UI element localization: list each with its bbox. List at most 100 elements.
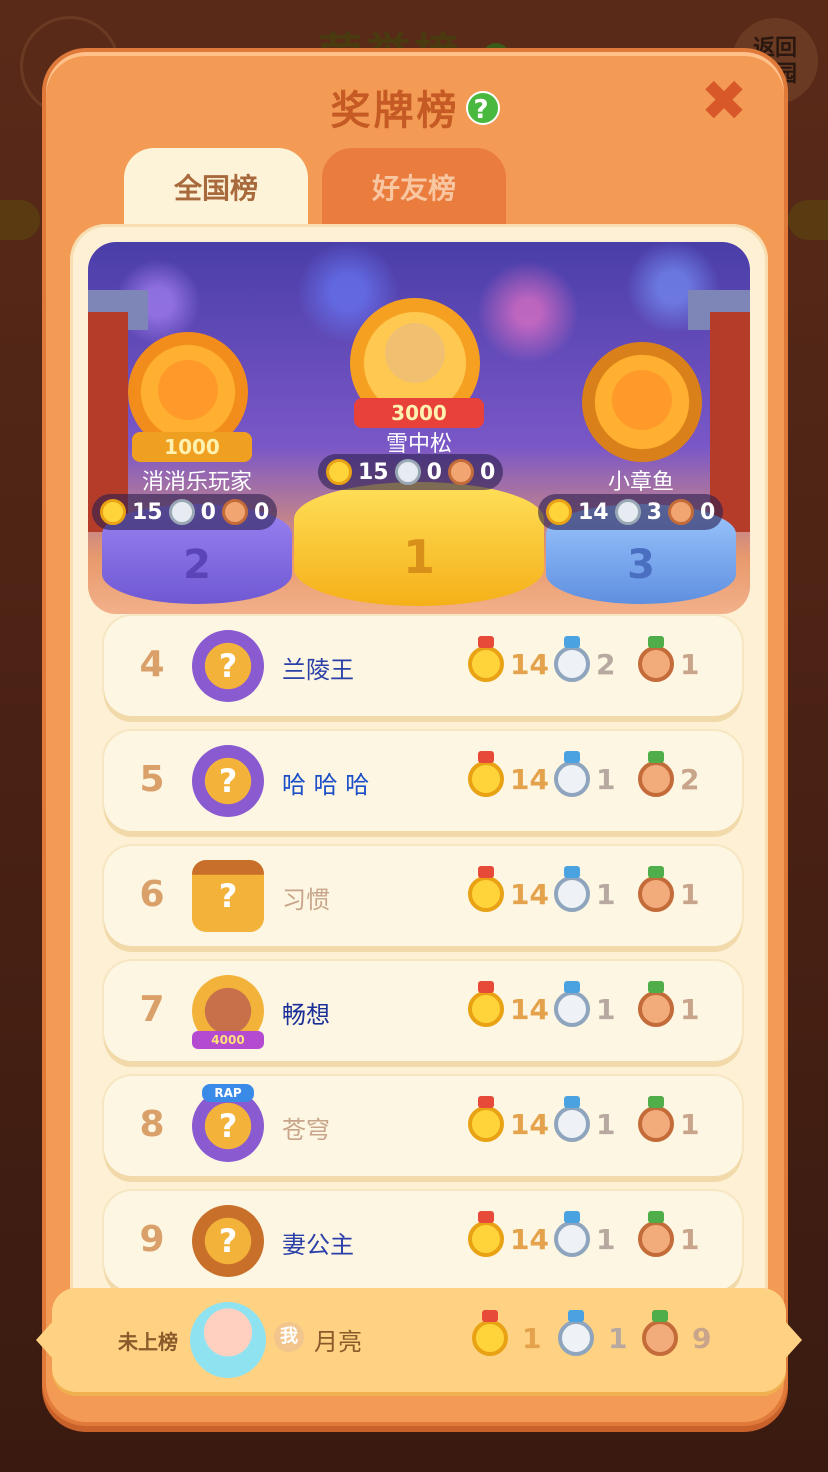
tab-national[interactable]: 全国榜	[124, 148, 308, 230]
close-button[interactable]: ✖	[700, 74, 748, 130]
silver-count: 1	[596, 877, 616, 911]
rank-row-7[interactable]: 7 4000 畅想 14 1 1	[104, 961, 742, 1061]
bronze-count: 0	[699, 499, 716, 525]
rank-number: 8	[139, 1104, 165, 1145]
my-name: 月亮	[314, 1328, 362, 1356]
background-decoration	[0, 200, 40, 240]
gold-count: 14	[510, 877, 549, 911]
my-rank-bar[interactable]: 未上榜 我 月亮 1 1 9	[36, 1288, 802, 1392]
bronze-medal-count: 1	[638, 1096, 700, 1142]
bronze-medal-count: 2	[638, 751, 700, 797]
silver-count: 2	[596, 647, 616, 681]
bronze-medal-icon	[638, 636, 674, 682]
modal-title-text: 奖牌榜	[330, 88, 460, 134]
player-avatar[interactable]: ?	[192, 630, 264, 702]
medal-leaderboard-modal: 奖牌榜? ✖ 全国榜 好友榜 2 1 3 1000 3000 消消乐玩家 雪中松…	[36, 48, 802, 1426]
rank-row-4[interactable]: 4 ? 兰陵王 14 2 1	[104, 616, 742, 716]
rank-number: 6	[139, 874, 165, 915]
gold-count: 14	[510, 992, 549, 1026]
rank-row-8[interactable]: 8 ? RAP 苍穹 14 1 1	[104, 1076, 742, 1176]
bronze-count: 1	[680, 647, 700, 681]
bronze-count: 1	[680, 1107, 700, 1141]
gold-medal-icon	[326, 459, 352, 485]
silver-medal-icon	[554, 751, 590, 797]
silver-medal-count: 2	[554, 636, 616, 682]
avatar-placeholder-icon: ?	[218, 647, 238, 685]
silver-medal-count: 1	[558, 1310, 628, 1356]
silver-medal-icon	[558, 1310, 594, 1356]
gold-medal-icon	[472, 1310, 508, 1356]
avatar-face	[158, 360, 218, 420]
my-avatar[interactable]	[190, 1302, 266, 1378]
bronze-medal-icon	[642, 1310, 678, 1356]
gold-medal-count: 1	[472, 1310, 542, 1356]
player-avatar[interactable]: ?	[192, 745, 264, 817]
bronze-medal-icon	[638, 981, 674, 1027]
player-avatar[interactable]: ?	[192, 860, 264, 932]
silver-medal-icon	[168, 499, 195, 525]
silver-medal-count: 1	[554, 1096, 616, 1142]
gold-count: 15	[358, 459, 389, 485]
silver-count: 1	[596, 992, 616, 1026]
gold-count: 14	[510, 762, 549, 796]
player-name: 兰陵王	[282, 656, 354, 684]
bronze-medal-count: 1	[638, 981, 699, 1027]
podium-stand-number: 3	[627, 542, 655, 588]
firework	[468, 252, 588, 372]
silver-medal-count: 1	[554, 866, 616, 912]
bronze-count: 0	[479, 459, 496, 485]
me-badge: 我	[274, 1322, 304, 1352]
gold-count: 15	[132, 499, 163, 525]
bronze-medal-icon	[638, 1096, 674, 1142]
gold-medal-icon	[100, 499, 126, 525]
silver-count: 0	[200, 499, 216, 525]
avatar-placeholder-icon: ?	[218, 1107, 238, 1145]
silver-medal-count: 1	[554, 981, 616, 1027]
podium-medals-1: 15 0 0	[318, 454, 504, 490]
tab-friends[interactable]: 好友榜	[322, 148, 506, 230]
bronze-medal-count: 1	[638, 1211, 699, 1257]
bronze-medal-icon	[638, 751, 674, 797]
silver-medal-icon	[554, 1096, 590, 1142]
rank-row-9[interactable]: 9 ? 妻公主 14 1 1	[104, 1191, 742, 1291]
podium-name-2: 消消乐玩家	[141, 470, 252, 495]
silver-count: 1	[596, 762, 616, 796]
bronze-count: 0	[253, 499, 270, 525]
bronze-medal-icon	[221, 499, 248, 525]
bronze-count: 1	[680, 877, 700, 911]
bronze-medal-count: 9	[642, 1310, 712, 1356]
podium-avatar-3[interactable]	[582, 342, 702, 462]
gold-medal-icon	[546, 499, 572, 525]
silver-count: 1	[596, 1107, 616, 1141]
rank-number: 5	[139, 759, 165, 800]
silver-medal-icon	[554, 866, 590, 912]
player-avatar[interactable]: ?	[192, 1205, 264, 1277]
silver-count: 1	[608, 1321, 628, 1355]
gold-medal-count: 14	[468, 866, 549, 912]
bronze-medal-icon	[638, 1211, 674, 1257]
bronze-medal-icon	[667, 499, 694, 525]
player-name: 妻公主	[282, 1231, 354, 1259]
bronze-medal-count: 1	[638, 636, 700, 682]
rank-row-5[interactable]: 5 ? 哈 哈 哈 14 1 2	[104, 731, 742, 831]
podium-badge-1: 3000	[354, 398, 484, 428]
bronze-count: 9	[692, 1321, 712, 1355]
silver-medal-icon	[554, 636, 590, 682]
gold-medal-icon	[468, 866, 504, 912]
bronze-count: 2	[680, 762, 700, 796]
my-rank-label: 未上榜	[118, 1330, 178, 1354]
bronze-medal-count: 1	[638, 866, 700, 912]
podium-badge-2: 1000	[132, 432, 252, 462]
gold-count: 1	[522, 1321, 542, 1355]
podium-medals-3: 14 3 0	[538, 494, 724, 530]
gold-medal-count: 14	[468, 1211, 549, 1257]
player-name: 哈 哈 哈	[282, 771, 370, 799]
avatar-face	[612, 370, 672, 430]
podium-stand-number: 2	[183, 542, 211, 588]
silver-medal-count: 1	[554, 751, 616, 797]
help-icon[interactable]: ?	[465, 91, 500, 125]
rank-row-6[interactable]: 6 ? 习惯 14 1 1	[104, 846, 742, 946]
silver-medal-icon	[614, 499, 641, 525]
silver-count: 3	[646, 499, 662, 525]
modal-title: 奖牌榜?	[46, 78, 784, 136]
